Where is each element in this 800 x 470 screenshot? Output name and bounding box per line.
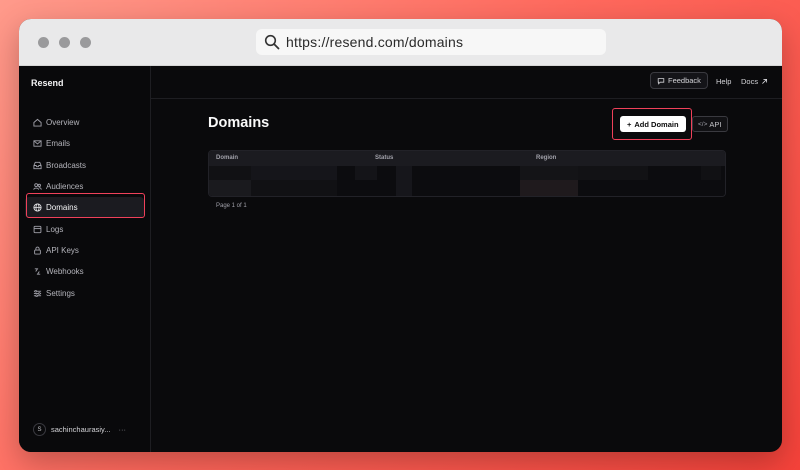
avatar: S [33, 423, 46, 436]
redacted-block [701, 166, 721, 180]
sliders-icon [32, 288, 42, 298]
search-icon [264, 34, 280, 50]
lock-icon [32, 245, 42, 255]
feedback-button[interactable]: Feedback [650, 72, 708, 89]
sidebar-item-label: Overview [46, 118, 80, 128]
browser-titlebar: https://resend.com/domains [19, 19, 782, 66]
sidebar-item-label: Domains [46, 203, 78, 213]
redacted-block [520, 180, 578, 196]
address-bar[interactable]: https://resend.com/domains [256, 29, 606, 55]
window-minimize-dot[interactable] [59, 37, 70, 48]
list-icon [32, 224, 42, 234]
webhook-icon [32, 267, 42, 277]
domains-table: Domain Status Region [208, 150, 726, 197]
sidebar-item-emails[interactable]: Emails [25, 133, 144, 154]
inbox-icon [32, 160, 42, 170]
sidebar-item-domains[interactable]: Domains [25, 197, 144, 219]
code-icon: </> [698, 120, 708, 128]
help-link[interactable]: Help [716, 77, 731, 86]
sidebar-nav: Overview Emails Broadcasts Audiences Dom… [19, 112, 150, 304]
table-header: Domain Status Region [209, 151, 725, 166]
docs-link[interactable]: Docs [741, 77, 768, 86]
external-link-icon [761, 78, 768, 85]
mail-icon [32, 139, 42, 149]
redacted-block [355, 166, 377, 180]
window-close-dot[interactable] [38, 37, 49, 48]
sidebar-item-label: Emails [46, 139, 71, 149]
top-bar: Feedback Help Docs [151, 66, 782, 99]
pagination-text: Page 1 of 1 [216, 203, 247, 209]
add-domain-label: Add Domain [634, 119, 679, 129]
sidebar-item-label: Settings [46, 288, 75, 298]
sidebar-item-label: Webhooks [46, 267, 84, 277]
more-icon[interactable]: ··· [118, 425, 126, 434]
page-title: Domains [208, 115, 270, 131]
sidebar-item-label: Logs [46, 224, 64, 234]
column-header-region[interactable]: Region [536, 155, 556, 161]
globe-icon [32, 203, 42, 213]
sidebar-item-logs[interactable]: Logs [25, 218, 144, 239]
add-domain-button[interactable]: + Add Domain [620, 116, 686, 132]
user-name: sachinchaurasiy... [51, 425, 111, 434]
sidebar-item-webhooks[interactable]: Webhooks [25, 261, 144, 282]
api-button[interactable]: </> API [692, 116, 728, 132]
home-icon [32, 118, 42, 128]
user-menu[interactable]: S sachinchaurasiy... ··· [33, 423, 126, 436]
docs-label: Docs [741, 77, 759, 86]
brand-logo[interactable]: Resend [31, 78, 64, 88]
sidebar-item-label: API Keys [46, 245, 79, 255]
sidebar-item-broadcasts[interactable]: Broadcasts [25, 155, 144, 176]
redacted-status-cell [396, 166, 412, 196]
app-body: Resend Overview Emails Broadcasts Audien… [19, 66, 782, 452]
sidebar-item-audiences[interactable]: Audiences [25, 176, 144, 197]
window-maximize-dot[interactable] [80, 37, 91, 48]
column-header-status[interactable]: Status [375, 155, 393, 161]
browser-window: https://resend.com/domains Resend Overvi… [19, 19, 782, 452]
chat-bubble-icon [657, 77, 665, 85]
sidebar-item-label: Audiences [46, 182, 84, 192]
column-header-domain[interactable]: Domain [216, 155, 238, 161]
sidebar-item-label: Broadcasts [46, 160, 87, 170]
url-text: https://resend.com/domains [286, 34, 464, 50]
plus-icon: + [627, 119, 632, 129]
redacted-block [578, 166, 648, 180]
api-label: API [709, 119, 722, 129]
sidebar-item-api-keys[interactable]: API Keys [25, 240, 144, 261]
main-content: Feedback Help Docs Domains + Add Domain … [151, 66, 782, 452]
table-row[interactable] [209, 166, 725, 196]
redacted-block [251, 166, 337, 180]
users-icon [32, 182, 42, 192]
redacted-block [209, 180, 251, 196]
sidebar-item-settings[interactable]: Settings [25, 282, 144, 303]
sidebar: Resend Overview Emails Broadcasts Audien… [19, 66, 151, 452]
feedback-label: Feedback [668, 76, 701, 85]
sidebar-item-overview[interactable]: Overview [25, 112, 144, 133]
